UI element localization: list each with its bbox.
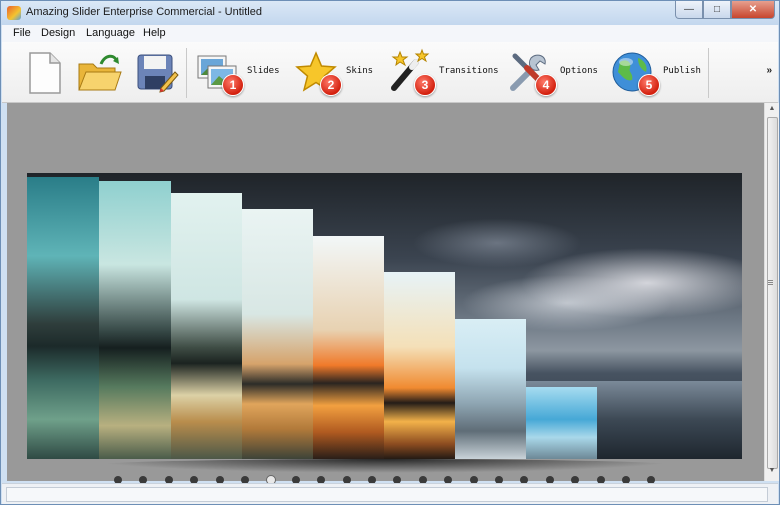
slider-preview[interactable] [27, 173, 742, 459]
menu-bar: File Design Language Help [2, 25, 778, 43]
toolbar-separator [708, 48, 709, 98]
transition-strip [313, 236, 384, 459]
slides-step-button[interactable]: 1 Slides [194, 50, 286, 98]
scroll-up-arrow-icon[interactable]: ▲ [767, 105, 777, 115]
slider-shadow [85, 459, 685, 473]
skins-step-button[interactable]: 2 Skins [294, 50, 374, 98]
toolbar-separator [186, 48, 187, 98]
slides-label: Slides [247, 66, 280, 76]
status-bar [2, 483, 778, 504]
title-bar: Amazing Slider Enterprise Commercial - U… [1, 1, 779, 25]
maximize-button[interactable]: □ [703, 1, 731, 19]
transition-strip [526, 387, 597, 459]
step-5-badge: 5 [638, 74, 660, 96]
publish-step-button[interactable]: 5 Publish [610, 48, 702, 98]
menu-help[interactable]: Help [143, 27, 166, 39]
transition-strip [27, 177, 99, 459]
transition-strip [384, 272, 455, 459]
transition-strip [455, 319, 526, 459]
close-button[interactable]: ✕ [731, 1, 775, 19]
save-file-button[interactable] [135, 52, 179, 94]
app-window: Amazing Slider Enterprise Commercial - U… [0, 0, 780, 505]
step-1-badge: 1 [222, 74, 244, 96]
save-icon [137, 54, 179, 93]
options-step-button[interactable]: 4 Options [507, 48, 599, 98]
slider-preview-canvas [7, 103, 764, 485]
new-file-icon [29, 52, 61, 94]
minimize-button[interactable]: — [675, 1, 703, 19]
skins-label: Skins [346, 66, 374, 76]
scrollbar-grip-icon [768, 280, 773, 281]
step-3-badge: 3 [414, 74, 436, 96]
transition-strip [171, 193, 242, 459]
menu-language[interactable]: Language [86, 27, 135, 39]
step-4-badge: 4 [535, 74, 557, 96]
open-folder-icon [78, 54, 122, 91]
new-file-button[interactable] [24, 50, 64, 96]
scrollbar-thumb[interactable] [767, 117, 778, 469]
transitions-step-button[interactable]: 3 Transitions [386, 48, 499, 98]
toolbar-overflow-button[interactable]: » [766, 65, 772, 76]
menu-file[interactable]: File [13, 27, 31, 39]
transition-strip [99, 181, 171, 459]
window-controls: — □ ✕ [675, 1, 775, 19]
open-file-button[interactable] [77, 52, 123, 94]
menu-design[interactable]: Design [41, 27, 75, 39]
transition-strip [242, 209, 313, 459]
publish-label: Publish [663, 66, 701, 76]
window-title: Amazing Slider Enterprise Commercial - U… [26, 6, 262, 18]
options-label: Options [560, 66, 598, 76]
app-logo-icon [7, 6, 21, 20]
transitions-label: Transitions [439, 66, 499, 76]
toolbar: 1 Slides 2 Skins 3 Transitions 4 Options… [2, 42, 778, 103]
step-2-badge: 2 [320, 74, 342, 96]
status-panel [6, 487, 768, 502]
scroll-down-arrow-icon[interactable]: ▼ [767, 467, 777, 477]
vertical-scrollbar[interactable]: ▲ ▼ [764, 103, 779, 481]
